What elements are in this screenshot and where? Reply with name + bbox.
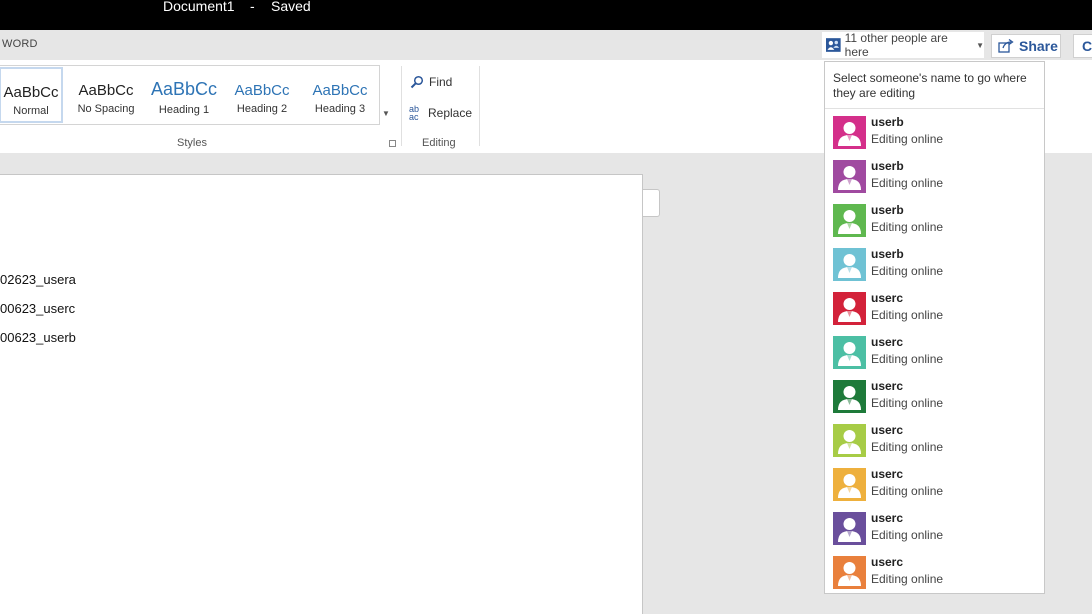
person-status: Editing online: [871, 528, 944, 542]
gallery-more-icon[interactable]: ▼: [382, 109, 390, 118]
style-heading-2[interactable]: AaBbCc Heading 2: [225, 67, 299, 123]
style-label: Heading 1: [158, 104, 210, 116]
save-status: Saved: [271, 0, 311, 14]
person-item[interactable]: userb Editing online: [833, 247, 1038, 281]
person-silhouette-icon: [833, 160, 866, 193]
share-button[interactable]: Share: [991, 34, 1061, 58]
styles-group-label: Styles: [177, 137, 207, 149]
style-heading-1[interactable]: AaBbCc Heading 1: [147, 67, 221, 123]
style-preview: AaBbCc: [78, 82, 134, 99]
app-name: WORD: [2, 38, 38, 50]
person-name: userc: [871, 511, 904, 525]
group-divider: [479, 66, 480, 146]
style-preview: AaBbCc: [312, 82, 368, 99]
replace-icon: ab ac: [409, 104, 420, 122]
divider: [825, 108, 1044, 109]
style-normal[interactable]: AaBbCc Normal: [0, 67, 63, 123]
page-side-tab: [643, 189, 660, 217]
person-name: userb: [871, 247, 904, 261]
person-status: Editing online: [871, 572, 944, 586]
people-icon: [826, 38, 841, 52]
title-bar: Document1 - Saved: [0, 0, 1092, 30]
person-silhouette-icon: [833, 556, 866, 589]
person-silhouette-icon: [833, 512, 866, 545]
person-silhouette-icon: [833, 468, 866, 501]
person-item[interactable]: userc Editing online: [833, 467, 1038, 501]
style-preview: AaBbCc: [3, 84, 59, 101]
person-status: Editing online: [871, 484, 944, 498]
person-name: userc: [871, 423, 904, 437]
style-heading-3[interactable]: AaBbCc Heading 3: [303, 67, 377, 123]
comments-label: Co: [1082, 38, 1092, 54]
share-label: Share: [1019, 38, 1058, 54]
group-divider: [401, 66, 402, 146]
share-icon: [998, 39, 1014, 53]
person-name: userc: [871, 291, 904, 305]
styles-dialog-launcher-icon[interactable]: [389, 140, 396, 147]
person-name: userc: [871, 335, 904, 349]
find-label: Find: [429, 75, 453, 89]
person-item[interactable]: userc Editing online: [833, 291, 1038, 325]
person-silhouette-icon: [833, 380, 866, 413]
person-item[interactable]: userc Editing online: [833, 555, 1038, 589]
replace-label: Replace: [428, 106, 473, 120]
style-label: Heading 3: [314, 103, 366, 115]
comments-button[interactable]: Co: [1073, 34, 1092, 58]
style-preview: AaBbCc: [234, 82, 290, 99]
person-status: Editing online: [871, 264, 944, 278]
replace-button[interactable]: ab ac Replace: [409, 104, 473, 122]
person-item[interactable]: userb Editing online: [833, 159, 1038, 193]
person-item[interactable]: userc Editing online: [833, 335, 1038, 369]
chevron-down-icon: ▼: [976, 40, 984, 50]
person-silhouette-icon: [833, 424, 866, 457]
person-item[interactable]: userc Editing online: [833, 379, 1038, 413]
person-status: Editing online: [871, 396, 944, 410]
person-item[interactable]: userb Editing online: [833, 115, 1038, 149]
other-people-button[interactable]: 11 other people are here ▼: [822, 31, 984, 59]
person-name: userb: [871, 115, 904, 129]
person-silhouette-icon: [833, 204, 866, 237]
person-status: Editing online: [871, 308, 944, 322]
find-button[interactable]: Find: [410, 75, 452, 89]
document-title[interactable]: Document1: [163, 0, 235, 14]
person-status: Editing online: [871, 176, 944, 190]
document-line: 00623_userb: [0, 330, 76, 345]
person-name: userc: [871, 379, 904, 393]
person-item[interactable]: userb Editing online: [833, 203, 1038, 237]
document-line: 02623_usera: [0, 272, 76, 287]
title-separator: -: [250, 0, 255, 14]
people-panel: Select someone's name to go where they a…: [824, 61, 1045, 594]
document-line: 00623_userc: [0, 301, 76, 316]
person-name: userc: [871, 555, 904, 569]
person-item[interactable]: userc Editing online: [833, 423, 1038, 457]
person-status: Editing online: [871, 220, 944, 234]
person-silhouette-icon: [833, 336, 866, 369]
styles-gallery: AaBbCc Normal AaBbCc No Spacing AaBbCc H…: [0, 65, 380, 125]
person-status: Editing online: [871, 440, 944, 454]
style-no-spacing[interactable]: AaBbCc No Spacing: [69, 67, 143, 123]
person-name: userc: [871, 467, 904, 481]
person-silhouette-icon: [833, 116, 866, 149]
person-status: Editing online: [871, 352, 944, 366]
person-name: userb: [871, 203, 904, 217]
editing-group-label: Editing: [422, 137, 456, 149]
style-preview: AaBbCc: [150, 79, 218, 99]
person-name: userb: [871, 159, 904, 173]
people-panel-hint: Select someone's name to go where they a…: [833, 71, 1027, 100]
person-status: Editing online: [871, 132, 944, 146]
style-label: No Spacing: [77, 103, 135, 115]
find-icon: [410, 75, 424, 89]
person-item[interactable]: userc Editing online: [833, 511, 1038, 545]
person-silhouette-icon: [833, 292, 866, 325]
style-label: Normal: [13, 105, 49, 117]
style-label: Heading 2: [236, 103, 288, 115]
person-silhouette-icon: [833, 248, 866, 281]
other-people-label: 11 other people are here: [844, 31, 948, 59]
document-page[interactable]: 02623_usera 00623_userc 00623_userb: [0, 174, 643, 614]
